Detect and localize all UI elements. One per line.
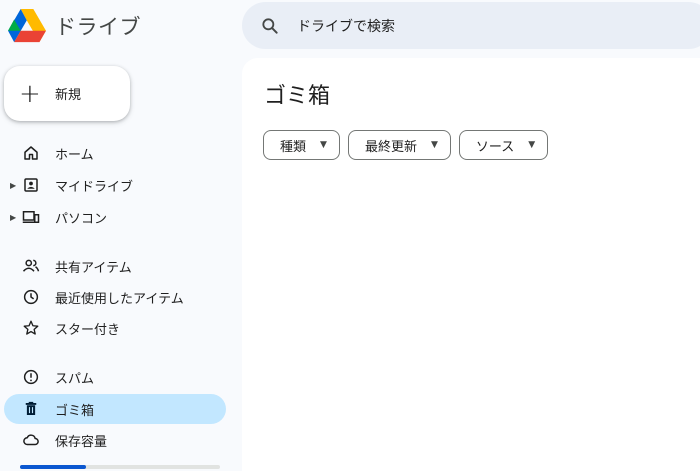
clock-icon [22, 288, 40, 306]
sidebar-item-label: スター付き [55, 322, 121, 338]
star-icon [22, 319, 40, 337]
filter-modified-chip[interactable]: 最終更新 ▼ [347, 130, 451, 160]
search-bar[interactable]: ドライブで検索 [242, 2, 700, 49]
app-title: ドライブ [55, 15, 141, 39]
sidebar-item-storage[interactable]: 保存容量 [4, 425, 226, 455]
search-icon[interactable] [260, 16, 280, 36]
sidebar-item-label: ゴミ箱 [55, 403, 95, 419]
sidebar-item-shared[interactable]: 共有アイテム [4, 251, 226, 281]
filter-source-chip[interactable]: ソース ▼ [458, 130, 549, 160]
drive-app: ドライブ ドライブで検索 + 新規 ホーム ▶ マイドライブ ▶ パソコン 共有… [0, 0, 700, 471]
sidebar-item-label: パソコン [55, 211, 108, 227]
sidebar-item-label: 最近使用したアイテム [55, 291, 184, 307]
sidebar-item-my-drive[interactable]: ▶ マイドライブ [4, 170, 226, 200]
sidebar-item-recent[interactable]: 最近使用したアイテム [4, 282, 226, 312]
dropdown-arrow-icon: ▼ [320, 140, 327, 150]
sidebar-item-label: 保存容量 [55, 434, 108, 450]
trash-icon [22, 400, 40, 418]
storage-progress-bar [20, 465, 220, 469]
sidebar-item-trash[interactable]: ゴミ箱 [4, 394, 226, 424]
expand-caret-icon[interactable]: ▶ [10, 181, 16, 190]
spam-icon [22, 368, 40, 386]
sidebar-item-label: ホーム [55, 147, 94, 163]
sidebar-item-computers[interactable]: ▶ パソコン [4, 202, 226, 232]
storage-progress-fill [20, 465, 86, 469]
sidebar-item-label: スパム [55, 371, 95, 387]
sidebar-item-starred[interactable]: スター付き [4, 313, 226, 343]
sidebar-item-spam[interactable]: スパム [4, 362, 226, 392]
home-icon [22, 144, 40, 162]
plus-icon: + [19, 78, 41, 109]
filter-chip-label: ソース [475, 139, 515, 155]
new-button[interactable]: + 新規 [4, 66, 130, 121]
search-input[interactable]: ドライブで検索 [297, 16, 395, 36]
dropdown-arrow-icon: ▼ [528, 140, 536, 150]
new-button-label: 新規 [55, 88, 82, 103]
main-content: ゴミ箱 種類 ▼ 最終更新 ▼ ソース ▼ [242, 58, 700, 471]
drive-logo[interactable]: ドライブ [8, 6, 141, 46]
shared-people-icon [22, 257, 40, 275]
filter-chip-label: 種類 [280, 139, 307, 155]
sidebar-item-home[interactable]: ホーム [4, 138, 226, 168]
page-title: ゴミ箱 [264, 84, 331, 109]
filter-chip-label: 最終更新 [364, 139, 417, 155]
drive-logo-icon [8, 9, 46, 43]
sidebar-item-label: 共有アイテム [55, 260, 132, 276]
sidebar-item-label: マイドライブ [55, 179, 134, 195]
my-drive-icon [22, 176, 40, 194]
expand-caret-icon[interactable]: ▶ [10, 213, 16, 222]
computers-icon [22, 208, 40, 226]
cloud-icon [22, 431, 40, 449]
dropdown-arrow-icon: ▼ [430, 140, 438, 150]
filter-chips: 種類 ▼ 最終更新 ▼ ソース ▼ [263, 130, 549, 160]
filter-type-chip[interactable]: 種類 ▼ [263, 130, 340, 160]
